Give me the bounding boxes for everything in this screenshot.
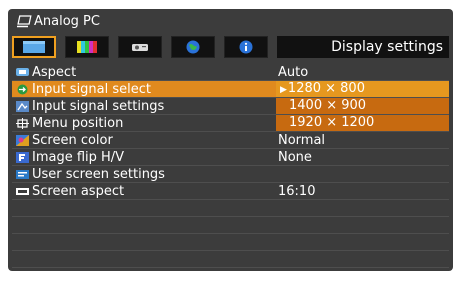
resolution-option-1400x900[interactable]: 1400 × 900 bbox=[276, 98, 449, 114]
display-tab-icon bbox=[23, 41, 45, 53]
current-selection-marker: ▶ bbox=[280, 85, 287, 95]
info-tab-icon bbox=[239, 40, 253, 54]
menu-item-screen-color[interactable]: Screen color Normal bbox=[12, 132, 449, 149]
menu-item-label: Screen color bbox=[32, 133, 113, 148]
menu-item-label: User screen settings bbox=[32, 167, 165, 182]
menu-empty-row bbox=[12, 234, 449, 251]
menu-item-label: Image flip H/V bbox=[32, 150, 125, 165]
pc-monitor-icon bbox=[17, 15, 32, 28]
menu-item-user-screen-settings[interactable]: User screen settings bbox=[12, 166, 449, 183]
input-source-label: Analog PC bbox=[34, 14, 100, 29]
menu-item-label: Input signal settings bbox=[32, 99, 165, 114]
resolution-option-1280x800[interactable]: ▶1280 × 800 bbox=[276, 81, 449, 97]
menu-item-label: Aspect bbox=[32, 65, 77, 80]
menu-position-icon bbox=[16, 118, 29, 129]
menu-item-value: 16:10 bbox=[278, 184, 316, 199]
resolution-option-1920x1200[interactable]: 1920 × 1200 bbox=[276, 115, 449, 131]
user-screen-icon bbox=[16, 170, 29, 179]
menu-header: Analog PC bbox=[8, 9, 453, 34]
signal-settings-icon bbox=[16, 101, 29, 112]
menu-empty-row bbox=[12, 251, 449, 268]
menu-item-value: Auto bbox=[278, 65, 309, 80]
color-bars-tab-icon bbox=[77, 41, 97, 53]
option-label: 1400 × 900 bbox=[289, 98, 367, 113]
tab-network[interactable] bbox=[171, 36, 215, 58]
input-signal-icon bbox=[17, 84, 28, 95]
globe-tab-icon bbox=[186, 40, 200, 54]
page-title: Display settings bbox=[277, 36, 449, 58]
aspect-icon bbox=[16, 68, 29, 76]
screen-color-icon bbox=[16, 135, 29, 146]
menu-item-screen-aspect[interactable]: Screen aspect 16:10 bbox=[12, 183, 449, 200]
image-flip-icon bbox=[16, 152, 29, 163]
option-label: 1920 × 1200 bbox=[289, 115, 375, 130]
tab-installation[interactable] bbox=[118, 36, 162, 58]
menu-item-value: None bbox=[278, 150, 312, 165]
screen-aspect-icon bbox=[16, 188, 29, 195]
tab-color[interactable] bbox=[65, 36, 109, 58]
menu-item-aspect[interactable]: Aspect Auto bbox=[12, 64, 449, 81]
menu-empty-row bbox=[12, 200, 449, 217]
projector-menu: Analog PC Display settings Aspect Auto I… bbox=[8, 9, 453, 271]
option-label: 1280 × 800 bbox=[287, 81, 365, 96]
menu-empty-row bbox=[12, 217, 449, 234]
tab-bar: Display settings bbox=[12, 36, 449, 60]
menu-item-label: Input signal select bbox=[32, 82, 152, 97]
menu-item-value: Normal bbox=[278, 133, 326, 148]
menu-item-label: Screen aspect bbox=[32, 184, 125, 199]
tab-information[interactable] bbox=[224, 36, 268, 58]
menu-item-image-flip[interactable]: Image flip H/V None bbox=[12, 149, 449, 166]
projector-tab-icon bbox=[132, 44, 148, 51]
menu-item-label: Menu position bbox=[32, 116, 124, 131]
tab-display[interactable] bbox=[12, 36, 56, 58]
